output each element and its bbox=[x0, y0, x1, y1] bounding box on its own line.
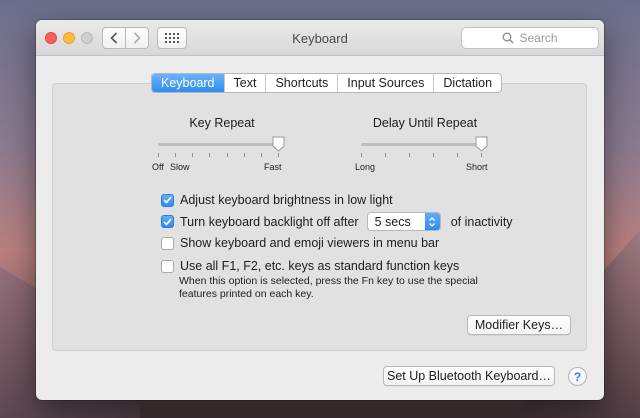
key-repeat-group: Key Repeat Off Slow Fast bbox=[152, 116, 292, 172]
brightness-checkbox[interactable] bbox=[161, 193, 174, 207]
slider-tick bbox=[192, 153, 194, 157]
tab-keyboard[interactable]: Keyboard bbox=[152, 74, 224, 92]
slider-tick bbox=[481, 153, 482, 157]
slider-tick bbox=[361, 153, 362, 157]
delay-until-repeat-track[interactable] bbox=[361, 143, 481, 146]
search-icon bbox=[503, 32, 514, 44]
slider-tick bbox=[175, 153, 177, 157]
backlight-suffix: of inactivity bbox=[450, 214, 513, 229]
checkmark-icon bbox=[163, 217, 172, 226]
function-keys-checkbox[interactable] bbox=[161, 259, 174, 273]
help-button[interactable]: ? bbox=[568, 367, 587, 386]
slider-tick bbox=[278, 153, 279, 157]
slider-tick bbox=[243, 153, 245, 157]
key-repeat-title: Key Repeat bbox=[189, 116, 255, 130]
title-bar: Keyboard Search bbox=[36, 20, 604, 56]
show-viewers-label: Show keyboard and emoji viewers in menu … bbox=[180, 236, 440, 250]
slider-tick bbox=[226, 153, 228, 157]
updown-chevron-icon bbox=[424, 213, 440, 230]
delay-until-repeat-group: Delay Until Repeat Long Short bbox=[355, 116, 495, 172]
search-field[interactable]: Search bbox=[461, 27, 599, 49]
backlight-checkbox[interactable] bbox=[161, 215, 174, 228]
checkmark-icon bbox=[163, 196, 172, 204]
tab-shortcuts[interactable]: Shortcuts bbox=[265, 74, 337, 92]
function-keys-label: Use all F1, F2, etc. keys as standard fu… bbox=[180, 259, 460, 273]
delay-until-repeat-short-label: Short bbox=[466, 162, 488, 172]
tab-dictation[interactable]: Dictation bbox=[433, 74, 501, 92]
option-backlight-off[interactable]: Turn keyboard backlight off after 5 secs… bbox=[161, 212, 513, 231]
key-repeat-off-label: Off bbox=[152, 162, 164, 172]
slider-tick bbox=[433, 153, 434, 157]
delay-until-repeat-slider-thumb[interactable] bbox=[475, 136, 488, 152]
slider-tick bbox=[457, 153, 458, 157]
key-repeat-track[interactable] bbox=[158, 143, 278, 146]
slider-tick bbox=[260, 153, 262, 157]
slider-tick bbox=[409, 153, 410, 157]
option-function-keys[interactable]: Use all F1, F2, etc. keys as standard fu… bbox=[161, 259, 459, 273]
slider-tick bbox=[385, 153, 386, 157]
function-keys-note: When this option is selected, press the … bbox=[179, 275, 478, 300]
tab-input-sources[interactable]: Input Sources bbox=[337, 74, 433, 92]
preferences-window: Keyboard Search Keyboard Text Shortcuts … bbox=[36, 20, 604, 400]
slider-tick bbox=[158, 153, 159, 157]
modifier-keys-button[interactable]: Modifier Keys… bbox=[467, 315, 571, 335]
key-repeat-slow-label: Slow bbox=[170, 162, 190, 172]
key-repeat-fast-label: Fast bbox=[264, 162, 282, 172]
tab-bar: Keyboard Text Shortcuts Input Sources Di… bbox=[151, 73, 503, 93]
delay-until-repeat-long-label: Long bbox=[355, 162, 376, 172]
brightness-label: Adjust keyboard brightness in low light bbox=[180, 193, 393, 207]
key-repeat-ticks bbox=[158, 153, 279, 158]
search-placeholder: Search bbox=[519, 31, 558, 45]
option-brightness-low-light[interactable]: Adjust keyboard brightness in low light bbox=[161, 193, 393, 207]
key-repeat-slider-thumb[interactable] bbox=[272, 136, 285, 152]
backlight-label: Turn keyboard backlight off after bbox=[180, 214, 359, 229]
slider-tick bbox=[209, 153, 211, 157]
tab-text[interactable]: Text bbox=[223, 74, 266, 92]
delay-until-repeat-ticks bbox=[361, 153, 482, 158]
delay-until-repeat-title: Delay Until Repeat bbox=[372, 116, 478, 130]
setup-bluetooth-keyboard-button[interactable]: Set Up Bluetooth Keyboard… bbox=[383, 366, 555, 386]
option-show-viewers[interactable]: Show keyboard and emoji viewers in menu … bbox=[161, 236, 439, 250]
show-viewers-checkbox[interactable] bbox=[161, 236, 174, 250]
backlight-timeout-value: 5 secs bbox=[374, 214, 411, 229]
backlight-timeout-select[interactable]: 5 secs bbox=[366, 212, 441, 231]
